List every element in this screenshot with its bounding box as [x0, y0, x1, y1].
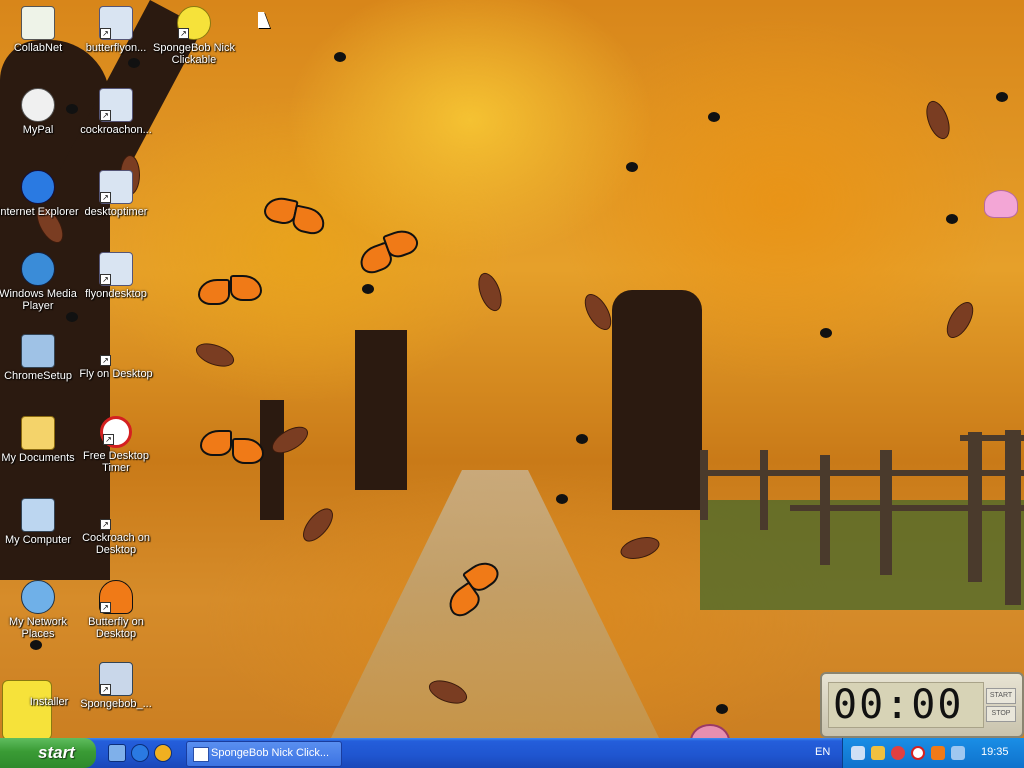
- desktop-timer-widget[interactable]: 00:00 START STOP: [820, 672, 1024, 738]
- butterfly-sprite: [200, 430, 264, 476]
- timer-start-button[interactable]: START: [986, 688, 1016, 704]
- butterfly-sprite: [198, 275, 262, 321]
- desktop-icon-free-desktop-timer[interactable]: ↗ Free Desktop Timer: [75, 416, 157, 474]
- fly-icon: ↗: [100, 334, 132, 366]
- setup-icon: ↗: [99, 170, 133, 204]
- setup-icon: ↗: [99, 252, 133, 286]
- installer-icon: [33, 662, 65, 694]
- desktop-icon-cockroach-on-desktop[interactable]: ↗ Cockroach on Desktop: [75, 498, 157, 556]
- taskbar: start SpongeBob Nick Click... EN 19:35: [0, 738, 1024, 768]
- setup-icon: ↗: [99, 6, 133, 40]
- fly-sprite: [576, 434, 588, 444]
- mouse-cursor: [258, 12, 270, 28]
- desktop-icon-butterflyon[interactable]: ↗ butterflyon...: [75, 6, 157, 54]
- desktop-icon-internet-explorer[interactable]: Internet Explorer: [0, 170, 79, 218]
- cockroach-sprite: [473, 269, 507, 315]
- start-button[interactable]: start: [0, 738, 96, 768]
- fence-rail: [960, 435, 1024, 441]
- butterfly-sprite: [258, 194, 328, 251]
- internet-explorer-icon[interactable]: [131, 744, 149, 762]
- desktop-icon-chromesetup[interactable]: ChromeSetup: [0, 334, 79, 382]
- timer-stop-button[interactable]: STOP: [986, 706, 1016, 722]
- desktop-icon-spongebob-nick[interactable]: ↗ SpongeBob Nick Clickable: [153, 6, 235, 66]
- window-icon: [193, 747, 209, 762]
- media-player-icon[interactable]: [154, 744, 172, 762]
- cockroach-icon: ↗: [100, 498, 132, 530]
- desktop-icon-my-documents[interactable]: My Documents: [0, 416, 79, 464]
- fence-post: [1005, 430, 1021, 605]
- cockroach-sprite: [618, 533, 662, 563]
- fly-sprite: [716, 704, 728, 714]
- start-label: start: [38, 743, 75, 762]
- fly-sprite: [66, 312, 78, 322]
- desktop-icon-desktoptimer[interactable]: ↗ desktoptimer: [75, 170, 157, 218]
- desktop-icon-butterfly-on-desktop[interactable]: ↗ Butterfly on Desktop: [75, 580, 157, 640]
- butterfly-tray-icon[interactable]: [931, 746, 945, 760]
- desktop-icon-my-network-places[interactable]: My Network Places: [0, 580, 79, 640]
- butterfly-sprite: [354, 225, 426, 290]
- media-player-icon: [21, 252, 55, 286]
- language-indicator[interactable]: EN: [815, 746, 830, 758]
- fly-sprite: [820, 328, 832, 338]
- tree-trunk: [260, 400, 284, 520]
- timer-tray-icon[interactable]: [911, 746, 925, 760]
- security-tray-icon[interactable]: [891, 746, 905, 760]
- fence-post: [700, 450, 708, 520]
- snail-sprite: [690, 724, 730, 738]
- volume-tray-icon[interactable]: [951, 746, 965, 760]
- desktop-icon-collabnet[interactable]: CollabNet: [0, 6, 79, 54]
- system-tray: 19:35: [842, 738, 1024, 768]
- mypal-icon: [21, 88, 55, 122]
- cockroach-sprite: [192, 338, 238, 372]
- cockroach-sprite: [297, 503, 339, 547]
- setup-icon: ↗: [99, 88, 133, 122]
- installer-icon: ↗: [99, 662, 133, 696]
- fly-sprite: [996, 92, 1008, 102]
- desktop-icon-media-player[interactable]: Windows Media Player: [0, 252, 79, 312]
- folder-icon: [21, 416, 55, 450]
- fly-sprite: [128, 58, 140, 68]
- fly-sprite: [626, 162, 638, 172]
- fly-sprite: [556, 494, 568, 504]
- fly-sprite: [362, 284, 374, 294]
- fence-post: [760, 450, 768, 530]
- butterfly-icon: ↗: [99, 580, 133, 614]
- desktop-icon-cockroachon[interactable]: ↗ cockroachon...: [75, 88, 157, 136]
- fence-rail: [790, 505, 1024, 511]
- computer-icon: [21, 498, 55, 532]
- show-desktop-icon[interactable]: [108, 744, 126, 762]
- desktop-icon-fly-on-desktop[interactable]: ↗ Fly on Desktop: [75, 334, 157, 380]
- desktop-icon-my-computer[interactable]: My Computer: [0, 498, 79, 546]
- desktop-icon-flyondesktop[interactable]: ↗ flyondesktop: [75, 252, 157, 300]
- spongebob-icon: ↗: [177, 6, 211, 40]
- fence-post: [880, 450, 892, 575]
- taskbar-button-spongebob[interactable]: SpongeBob Nick Click...: [186, 741, 342, 767]
- collabnet-icon: [21, 6, 55, 40]
- tree-trunk: [612, 290, 702, 510]
- fly-sprite: [30, 640, 42, 650]
- cockroach-sprite: [921, 97, 955, 143]
- fence-rail: [700, 470, 1024, 476]
- fly-sprite: [946, 214, 958, 224]
- desktop-icon-spongebob-installer[interactable]: ↗ Spongebob_...: [75, 662, 157, 710]
- clock[interactable]: 19:35: [981, 746, 1009, 758]
- network-icon: [21, 580, 55, 614]
- fly-sprite: [708, 112, 720, 122]
- jellyfish-sprite: [984, 190, 1018, 218]
- timer-display: 00:00: [828, 682, 984, 728]
- app-tray-icon[interactable]: [871, 746, 885, 760]
- cockroach-sprite: [941, 297, 979, 343]
- tree-trunk: [355, 330, 407, 490]
- chrome-setup-icon: [21, 334, 55, 368]
- desktop-icon-mypal[interactable]: MyPal: [0, 88, 79, 136]
- fly-sprite: [334, 52, 346, 62]
- internet-explorer-icon: [21, 170, 55, 204]
- timer-clock-icon: ↗: [100, 416, 132, 448]
- network-tray-icon[interactable]: [851, 746, 865, 760]
